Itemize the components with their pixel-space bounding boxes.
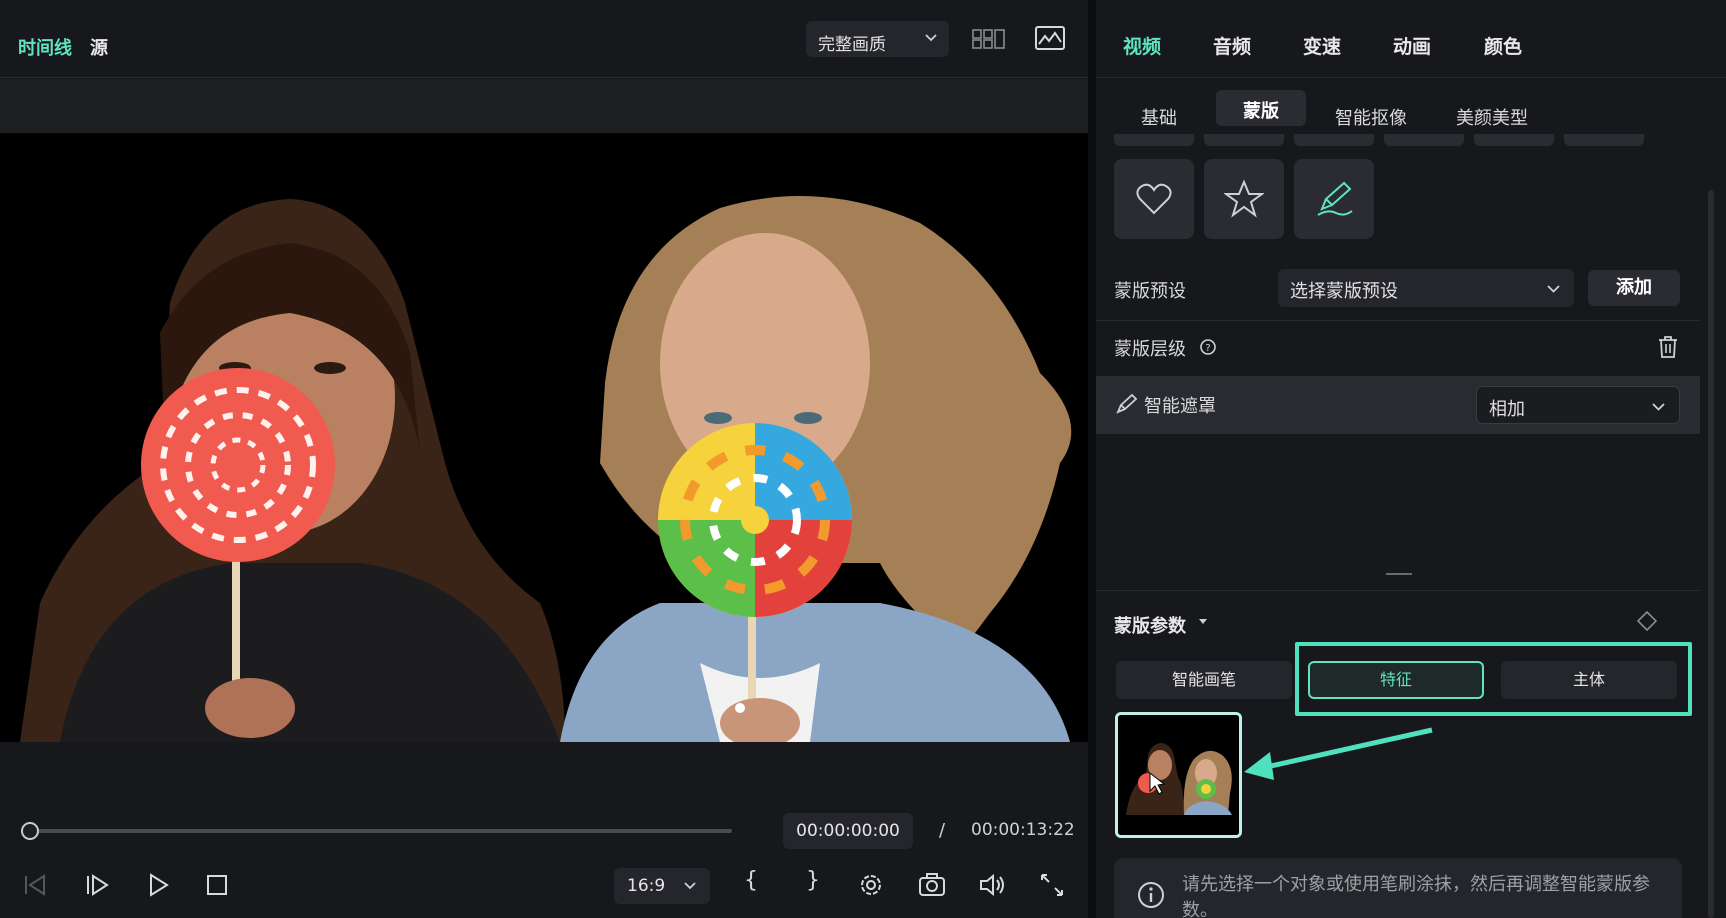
chevron-down-icon [684, 882, 696, 890]
heart-icon [1136, 183, 1172, 215]
subtab-smart-cutout[interactable]: 智能抠像 [1335, 97, 1407, 133]
mask-params-label: 蒙版参数 [1114, 616, 1186, 637]
mask-preset-placeholder: 选择蒙版预设 [1290, 281, 1398, 302]
mask-preset-label: 蒙版预设 [1114, 281, 1186, 302]
panel-scrollbar[interactable] [1708, 190, 1714, 918]
mask-shape-smart-brush[interactable] [1294, 159, 1374, 239]
caret-down-icon[interactable] [1196, 614, 1210, 628]
brush-icon [1317, 181, 1353, 216]
brush-icon [1116, 393, 1138, 414]
annotation-arrow [1244, 727, 1433, 780]
volume-icon[interactable] [977, 870, 1007, 900]
blend-mode-select[interactable]: 相加 [1476, 386, 1680, 424]
svg-text:?: ? [1205, 343, 1210, 354]
subtab-basic[interactable]: 基础 [1141, 97, 1177, 133]
tab-audio[interactable]: 音频 [1213, 32, 1251, 59]
annotation-highlight-box [1295, 642, 1692, 716]
tab-animation[interactable]: 动画 [1393, 32, 1431, 59]
subtab-mask[interactable]: 蒙版 [1216, 90, 1306, 126]
tab-speed[interactable]: 变速 [1303, 32, 1341, 59]
tab-color[interactable]: 颜色 [1484, 32, 1522, 59]
prev-frame-icon[interactable] [20, 870, 50, 900]
aspect-ratio-select[interactable]: 16:9 [614, 868, 710, 904]
tab-video[interactable]: 视频 [1123, 32, 1161, 59]
subtab-beauty[interactable]: 美颜美型 [1456, 97, 1528, 133]
add-preset-button[interactable]: 添加 [1588, 270, 1680, 306]
star-icon [1224, 179, 1264, 218]
tab-source[interactable]: 源 [90, 34, 108, 60]
help-icon[interactable]: ? [1198, 337, 1218, 357]
divider-line [1096, 320, 1700, 321]
tab-timeline[interactable]: 时间线 [18, 34, 72, 60]
preview-toolbar [0, 79, 1088, 133]
video-frame [20, 196, 1072, 742]
panel-divider[interactable] [1088, 0, 1096, 918]
aspect-ratio-value: 16:9 [627, 876, 666, 896]
chevron-down-icon [1652, 403, 1665, 411]
mask-shape-partial[interactable] [1114, 134, 1194, 146]
trash-icon[interactable] [1656, 334, 1680, 360]
diamond-icon[interactable] [1636, 610, 1658, 632]
mask-shape-partial[interactable] [1564, 134, 1644, 146]
grid-view-icon[interactable] [972, 24, 1006, 54]
play-icon[interactable] [143, 870, 173, 900]
snapshot-camera-icon[interactable] [917, 870, 947, 900]
mode-smart-brush-button[interactable]: 智能画笔 [1116, 661, 1292, 699]
mask-shape-partial[interactable] [1474, 134, 1554, 146]
mark-out-button[interactable]: } [806, 868, 820, 893]
mask-shape-star[interactable] [1204, 159, 1284, 239]
stop-icon[interactable] [202, 870, 232, 900]
fullscreen-icon[interactable] [1037, 870, 1067, 900]
info-text: 请先选择一个对象或使用笔刷涂抹，然后再调整智能蒙版参数。 [1182, 874, 1650, 918]
thumbnail-image [1118, 715, 1239, 835]
total-time: 00:00:13:22 [971, 820, 1075, 840]
time-separator: / [939, 820, 946, 841]
app-window: 时间线 源 完整画质 00:00:00:00 / 00:00:13:22 16:… [0, 0, 1726, 918]
next-frame-icon[interactable] [82, 870, 112, 900]
progress-knob[interactable] [21, 822, 39, 840]
mask-shape-partial[interactable] [1384, 134, 1464, 146]
quality-value: 完整画质 [818, 35, 886, 55]
chevron-down-icon [1547, 285, 1560, 293]
mask-thumbnail[interactable] [1115, 712, 1242, 838]
info-icon [1138, 882, 1164, 908]
mask-shape-heart[interactable] [1114, 159, 1194, 239]
mark-in-button[interactable]: { [744, 868, 758, 893]
mask-layer-label: 蒙版层级 [1114, 339, 1186, 360]
waveform-monitor-icon[interactable] [1034, 24, 1068, 54]
chevron-down-icon [925, 34, 937, 42]
settings-icon[interactable] [856, 870, 886, 900]
progress-track[interactable] [30, 829, 732, 833]
video-preview[interactable] [0, 133, 1088, 742]
blend-mode-value: 相加 [1489, 399, 1525, 420]
resize-handle[interactable] [1386, 573, 1412, 575]
mask-shape-partial[interactable] [1294, 134, 1374, 146]
mask-shape-partial[interactable] [1204, 134, 1284, 146]
smart-mask-label: 智能遮罩 [1144, 396, 1216, 417]
quality-select[interactable]: 完整画质 [806, 21, 949, 57]
mask-preset-select[interactable]: 选择蒙版预设 [1278, 269, 1574, 307]
current-time[interactable]: 00:00:00:00 [783, 813, 913, 849]
divider-line [1096, 590, 1700, 591]
